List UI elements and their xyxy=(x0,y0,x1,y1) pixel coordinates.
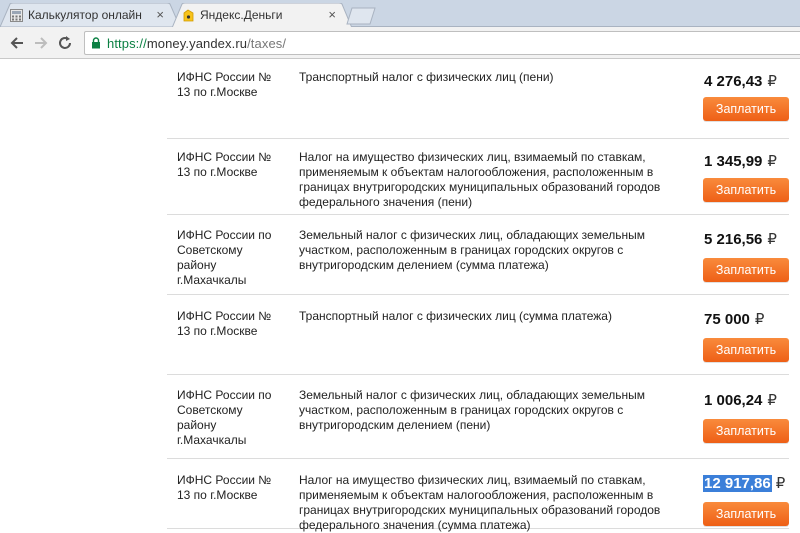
tax-amount: 4 276,43 ₽ xyxy=(703,73,777,91)
tax-description: Транспортный налог с физических лиц (пен… xyxy=(299,70,554,84)
close-tab-icon[interactable]: × xyxy=(156,7,164,22)
new-tab-button[interactable] xyxy=(346,7,376,25)
tax-description: Налог на имущество физических лиц, взима… xyxy=(299,473,661,532)
pay-button[interactable]: Заплатить xyxy=(703,258,789,282)
tax-description: Налог на имущество физических лиц, взима… xyxy=(299,150,661,209)
ruble-sign: ₽ xyxy=(767,153,777,170)
tax-authority: ИФНС России № 13 по г.Москве xyxy=(177,309,272,338)
amount-value: 1 006,24 xyxy=(704,392,763,409)
tab-title: Калькулятор онлайн xyxy=(28,8,142,22)
yandex-money-icon xyxy=(182,9,195,25)
amount-value: 1 345,99 xyxy=(704,153,763,170)
tab-title: Яндекс.Деньги xyxy=(200,8,283,22)
tax-authority: ИФНС России по Советскому району г.Махач… xyxy=(177,388,272,447)
tax-authority: ИФНС России № 13 по г.Москве xyxy=(177,150,272,179)
tab-calculator[interactable]: Калькулятор онлайн × xyxy=(0,3,180,27)
tax-row: ИФНС России по Советскому району г.Махач… xyxy=(167,215,789,295)
close-tab-icon[interactable]: × xyxy=(328,7,336,22)
tax-amount: 1 345,99 ₽ xyxy=(703,153,777,171)
pay-button[interactable]: Заплатить xyxy=(703,338,789,362)
forward-arrow-icon[interactable] xyxy=(32,34,50,52)
address-bar[interactable]: https://money.yandex.ru/taxes/ xyxy=(84,31,800,55)
amount-value: 5 216,56 xyxy=(704,231,763,248)
tax-authority: ИФНС России по Советскому району г.Махач… xyxy=(177,228,272,287)
tax-amount: 1 006,24 ₽ xyxy=(703,392,777,410)
pay-button[interactable]: Заплатить xyxy=(703,178,789,202)
tax-description: Транспортный налог с физических лиц (сум… xyxy=(299,309,612,323)
ruble-sign: ₽ xyxy=(754,311,765,328)
calculator-icon xyxy=(10,9,23,25)
amount-value: 4 276,43 xyxy=(704,73,763,90)
tax-row: ИФНС России № 13 по г.Москве Транспортны… xyxy=(167,295,789,375)
url-path: /taxes/ xyxy=(247,36,287,51)
tax-row: ИФНС России по Советскому району г.Махач… xyxy=(167,375,789,459)
tax-amount: 5 216,56 ₽ xyxy=(703,231,777,249)
page-content: ИФНС России № 13 по г.Москве Транспортны… xyxy=(0,59,800,533)
pay-button[interactable]: Заплатить xyxy=(703,97,789,121)
url-host: money.yandex.ru xyxy=(146,36,248,51)
back-arrow-icon[interactable] xyxy=(8,34,26,52)
tax-amount: 75 000 ₽ xyxy=(703,311,764,329)
amount-value: 75 000 xyxy=(704,311,750,328)
tax-description: Земельный налог с физических лиц, облада… xyxy=(299,388,645,432)
tab-strip: Калькулятор онлайн × Яндекс.Деньги × xyxy=(0,0,800,27)
ruble-sign: ₽ xyxy=(767,73,777,90)
browser-toolbar: https://money.yandex.ru/taxes/ xyxy=(0,27,800,59)
ruble-sign: ₽ xyxy=(775,475,786,492)
pay-button[interactable]: Заплатить xyxy=(703,502,789,526)
tax-description: Земельный налог с физических лиц, облада… xyxy=(299,228,645,272)
amount-value-selected: 12 917,86 xyxy=(703,475,772,492)
tax-row: ИФНС России № 13 по г.Москве Транспортны… xyxy=(167,59,789,139)
lock-icon xyxy=(92,37,100,49)
url-scheme: https:// xyxy=(107,36,147,51)
ruble-sign: ₽ xyxy=(767,392,777,409)
url-text: https://money.yandex.ru/taxes/ xyxy=(107,36,286,51)
tax-amount: 12 917,86 ₽ xyxy=(703,475,785,493)
ruble-sign: ₽ xyxy=(767,231,777,248)
tab-yandex-money[interactable]: Яндекс.Деньги × xyxy=(172,3,352,27)
tax-authority: ИФНС России № 13 по г.Москве xyxy=(177,473,272,502)
tax-authority: ИФНС России № 13 по г.Москве xyxy=(177,70,272,99)
reload-icon[interactable] xyxy=(56,34,74,52)
tax-row: ИФНС России № 13 по г.Москве Налог на им… xyxy=(167,139,789,215)
pay-button[interactable]: Заплатить xyxy=(703,419,789,443)
tax-list: ИФНС России № 13 по г.Москве Транспортны… xyxy=(167,59,789,532)
tax-row: ИФНС России № 13 по г.Москве Налог на им… xyxy=(167,459,789,532)
